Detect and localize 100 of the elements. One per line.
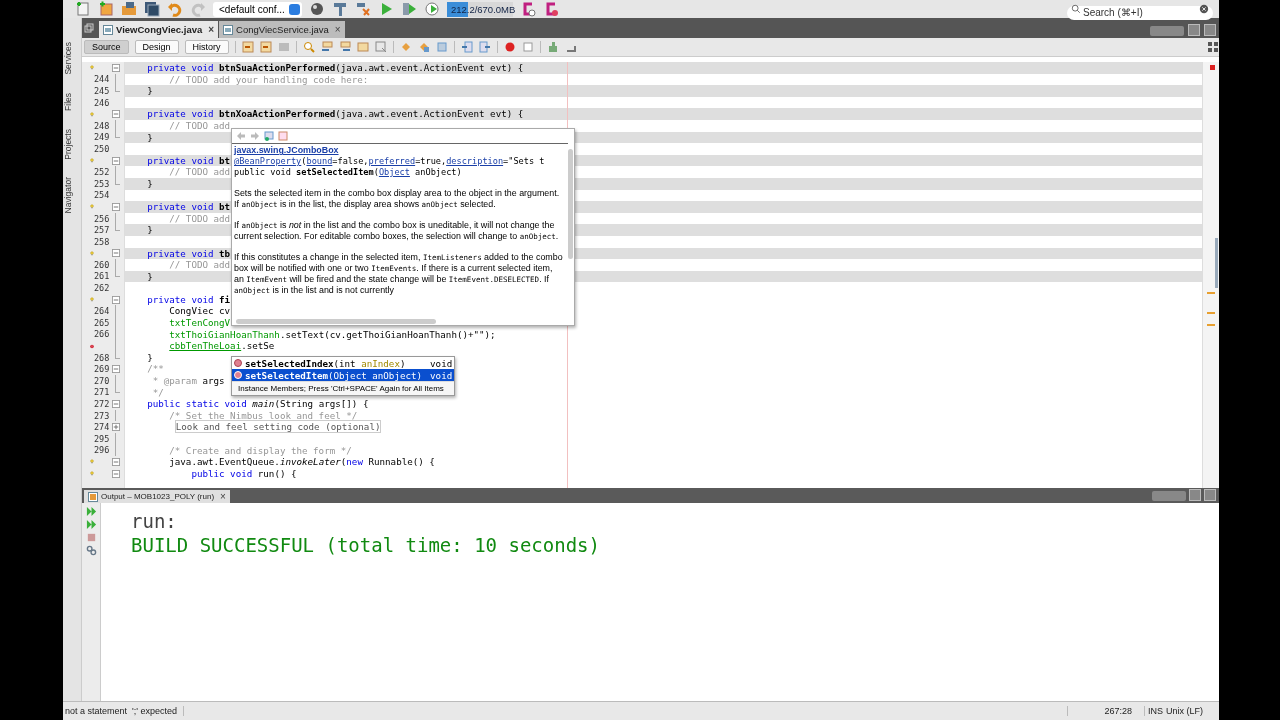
line-number: 261: [94, 271, 107, 282]
stop-icon[interactable]: [521, 41, 534, 53]
hammer-icon[interactable]: [331, 1, 348, 17]
code-line: private void bt: [146, 201, 231, 213]
class-link[interactable]: javax.swing.JComboBox: [234, 145, 564, 156]
close-icon[interactable]: ×: [220, 491, 226, 502]
completion-hint: Instance Members; Press 'Ctrl+SPACE' Again for All Items: [232, 381, 455, 395]
clear-icon[interactable]: [1199, 4, 1209, 14]
debug-icon[interactable]: [400, 1, 417, 17]
output-line: BUILD SUCCESSFUL (total time: 10 seconds): [131, 533, 600, 557]
configuration-dropdown[interactable]: <default conf...: [213, 1, 302, 17]
maximize-button[interactable]: [1204, 24, 1216, 36]
collapse-icon[interactable]: [111, 295, 120, 304]
rerun-icon[interactable]: [85, 506, 97, 517]
view-button[interactable]: History: [184, 40, 229, 54]
scrollbar[interactable]: [236, 319, 436, 324]
collapse-icon[interactable]: [111, 469, 120, 478]
back-arrow-icon[interactable]: [236, 131, 246, 141]
close-icon[interactable]: ×: [208, 24, 215, 35]
code-line: cbbTenTheLoai.setSe: [168, 340, 275, 352]
code-line: private void btnSuaActionPerformed(java.awt.event.ActionEvent evt) {: [146, 62, 524, 73]
restore-icon[interactable]: [84, 23, 94, 33]
error-stripe[interactable]: [1202, 62, 1219, 488]
forward-arrow-icon[interactable]: [250, 131, 260, 141]
code-line: private void tb: [146, 247, 231, 259]
line-number: 246: [94, 97, 107, 108]
completion-item[interactable]: setSelectedItem(Object anObject) void: [232, 369, 455, 381]
comment-icon[interactable]: [546, 41, 559, 53]
scrollbar[interactable]: [568, 149, 573, 259]
line-number: 253: [94, 178, 107, 189]
collapse-icon[interactable]: [111, 156, 120, 165]
collapse-icon[interactable]: [111, 202, 120, 211]
output-tab[interactable]: Output – MOB1023_POLY (run) ×: [84, 490, 230, 503]
shift-right-icon[interactable]: [478, 41, 491, 53]
shift-left-icon[interactable]: [460, 41, 473, 53]
select-icon[interactable]: [374, 41, 387, 53]
collapse-icon[interactable]: [111, 458, 120, 466]
new-project-icon[interactable]: [98, 1, 114, 17]
find-previous-icon[interactable]: [320, 41, 333, 53]
record-icon[interactable]: [503, 41, 516, 53]
collapse-icon[interactable]: [111, 365, 120, 374]
view-button[interactable]: Source: [84, 40, 129, 54]
lightbulb-icon[interactable]: [90, 248, 94, 258]
side-panel-tab[interactable]: Files: [63, 92, 81, 111]
collapse-icon[interactable]: [111, 400, 120, 408]
expand-icon[interactable]: [111, 423, 120, 432]
collapse-icon[interactable]: [111, 110, 120, 119]
save-icon[interactable]: [144, 1, 160, 17]
code-line: }: [146, 177, 153, 189]
side-panel-tab[interactable]: Services: [63, 42, 81, 75]
collapse-icon[interactable]: [111, 249, 120, 258]
magnifier-icon[interactable]: [302, 41, 315, 53]
side-panel-tab[interactable]: Navigator: [63, 177, 81, 214]
code-line: }: [146, 131, 153, 143]
toggle-bookmark-icon[interactable]: [435, 41, 448, 53]
forward-icon[interactable]: [259, 41, 272, 53]
back-icon[interactable]: [241, 41, 254, 53]
file-tab[interactable]: ViewCongViec.java ×: [99, 21, 219, 38]
side-panel-tab[interactable]: Projects: [63, 128, 81, 160]
search-field[interactable]: Search (⌘+I): [1067, 5, 1213, 20]
line-number: 244: [94, 74, 107, 85]
clean-build-icon[interactable]: [354, 1, 371, 17]
highlight-icon[interactable]: [356, 41, 369, 53]
split-icon[interactable]: [1207, 41, 1219, 53]
line-ending: Unix (LF): [1166, 706, 1204, 716]
profile-icon[interactable]: [423, 1, 440, 17]
line-number: 256: [94, 213, 107, 224]
code-line: /**: [146, 363, 164, 375]
code-line: // TODO add your handling code here:: [168, 73, 369, 85]
line-number: 260: [94, 259, 107, 270]
code-line: txtThoiGianHoanThanh.setText(cv.getThoiGianHoanThanh()+"");: [168, 328, 496, 340]
maximize-button[interactable]: [1204, 489, 1216, 501]
open-browser-icon[interactable]: [264, 131, 274, 141]
undo-icon[interactable]: [167, 1, 183, 17]
find-next-icon[interactable]: [338, 41, 351, 53]
code-line: // TODO add: [168, 166, 231, 178]
view-button[interactable]: Design: [134, 40, 179, 54]
open-folder-icon[interactable]: [121, 1, 137, 17]
completion-item[interactable]: setSelectedIndex(int anIndex) void: [232, 357, 455, 369]
output-line: run:: [131, 509, 178, 533]
dropdown-button[interactable]: [1188, 24, 1200, 36]
new-file-icon[interactable]: [75, 1, 91, 17]
line-number: 266: [94, 329, 107, 340]
line-number: 245: [94, 86, 107, 96]
redo-icon[interactable]: [190, 1, 206, 17]
close-icon[interactable]: ×: [334, 24, 341, 35]
dropdown-button[interactable]: [1189, 489, 1201, 501]
output-icon: [88, 491, 98, 502]
stop-icon[interactable]: [85, 532, 97, 543]
file-icon: [103, 24, 113, 35]
line-number: 268: [94, 352, 107, 363]
code-line: /* Set the Nimbus look and feel */: [168, 409, 358, 421]
code-line: }: [146, 85, 153, 97]
file-tab[interactable]: CongViecService.java ×: [219, 21, 345, 38]
collapse-icon[interactable]: [111, 63, 120, 72]
lightbulb-icon[interactable]: [90, 109, 94, 119]
rerun-icon[interactable]: [85, 519, 97, 530]
caret-position: 267:28: [1066, 706, 1145, 716]
line-number: 250: [94, 143, 107, 154]
sphere-icon[interactable]: [308, 1, 325, 17]
